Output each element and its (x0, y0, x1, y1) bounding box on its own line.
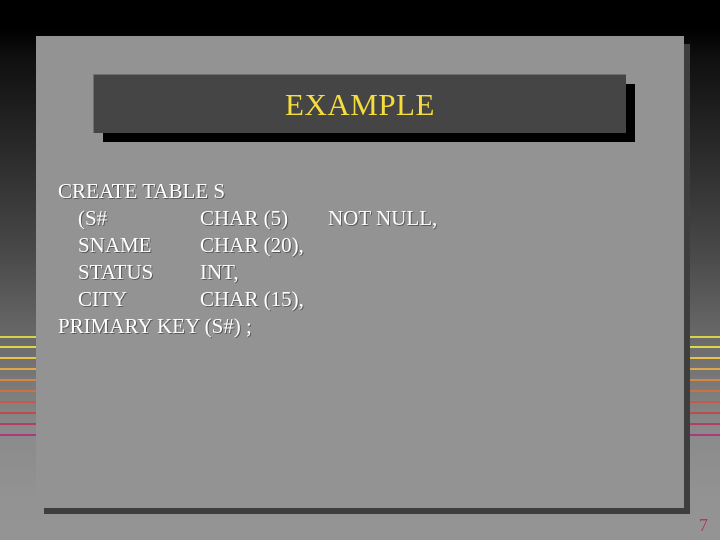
decor-stripe (0, 346, 36, 348)
code-column-type: INT, (200, 260, 239, 284)
code-column-name: (S# (78, 206, 108, 230)
code-column-type: CHAR (20), (200, 233, 304, 257)
decor-stripes-left (0, 336, 36, 456)
decor-stripe (0, 379, 36, 381)
code-column-name: SNAME (78, 233, 152, 257)
code-column-constraint: NOT NULL, (328, 206, 438, 230)
code-line: PRIMARY KEY (S#) ; (58, 313, 658, 340)
slide-stage: EXAMPLE CREATE TABLE S (S# CHAR (5) NOT NU… (0, 0, 720, 540)
code-line: SNAME CHAR (20), (58, 232, 658, 259)
decor-stripe (0, 434, 36, 436)
page-number: 7 (699, 515, 708, 535)
code-column-type: CHAR (15), (200, 287, 304, 311)
decor-stripe (0, 401, 36, 403)
code-column-name: STATUS (78, 260, 154, 284)
decor-stripe (0, 390, 36, 392)
decor-stripe (0, 368, 36, 370)
code-column-name: CITY (78, 287, 127, 311)
decor-stripe (0, 412, 36, 414)
code-column-type: CHAR (5) (200, 206, 289, 230)
code-column-name: PRIMARY KEY (S#) ; (58, 314, 252, 338)
decor-stripe (0, 357, 36, 359)
title-banner: EXAMPLE (93, 74, 626, 133)
decor-stripe (0, 423, 36, 425)
code-line: (S# CHAR (5) NOT NULL, (58, 205, 658, 232)
code-line: STATUS INT, (58, 259, 658, 286)
page-title: EXAMPLE (285, 86, 435, 122)
code-line: CITY CHAR (15), (58, 286, 658, 313)
decor-stripe (0, 336, 36, 338)
sql-code-block: CREATE TABLE S (S# CHAR (5) NOT NULL, SNAM… (58, 178, 658, 340)
code-line: CREATE TABLE S (58, 178, 658, 205)
code-column-name: CREATE TABLE S (58, 179, 226, 203)
